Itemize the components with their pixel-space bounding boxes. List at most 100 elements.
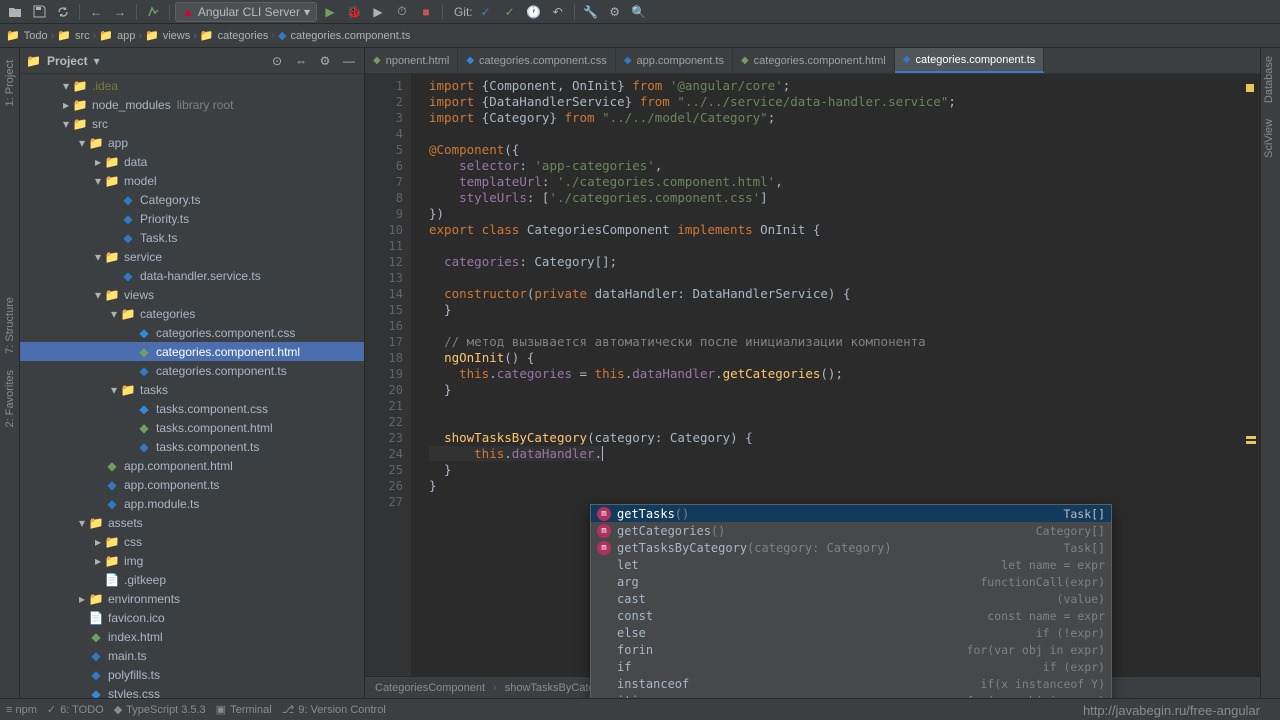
run-configuration-dropdown[interactable]: ▲ Angular CLI Server ▾ [175,2,317,22]
coverage-icon[interactable]: ▶ [367,2,389,22]
rail-tab-favorites[interactable]: 2: Favorites [2,362,18,435]
tree-item[interactable]: ◆Priority.ts [20,209,364,228]
tree-item[interactable]: ▾📁tasks [20,380,364,399]
autocomplete-item[interactable]: mgetCategories()Category[] [591,522,1111,539]
rail-tab-sciview[interactable]: SciView [1261,111,1277,166]
autocomplete-popup[interactable]: mgetTasks()Task[]mgetCategories()Categor… [590,504,1112,698]
breadcrumb-item[interactable]: 📁app [99,29,135,42]
tree-item[interactable]: ◆tasks.component.css [20,399,364,418]
tree-item[interactable]: ▾📁.idea [20,76,364,95]
bottom-tab-terminal[interactable]: ▣ Terminal [216,703,272,716]
build-icon[interactable] [142,2,164,22]
tree-item[interactable]: ▾📁model [20,171,364,190]
open-icon[interactable] [4,2,26,22]
vcs-revert-icon[interactable]: ↶ [547,2,569,22]
tree-item[interactable]: 📄.gitkeep [20,570,364,589]
chevron-down-icon: ▾ [304,5,310,19]
editor-tab[interactable]: ◆categories.component.css [458,48,616,73]
autocomplete-item[interactable]: mgetTasksByCategory(category: Category)T… [591,539,1111,556]
vcs-update-icon[interactable]: ✓ [475,2,497,22]
vcs-history-icon[interactable]: 🕐 [523,2,545,22]
tree-item[interactable]: ▸📁css [20,532,364,551]
chevron-down-icon[interactable]: ▾ [94,54,100,68]
editor-tab[interactable]: ◆categories.component.html [733,48,895,73]
rail-tab-project[interactable]: 1: Project [2,52,18,114]
rail-tab-database[interactable]: Database [1261,48,1277,111]
breadcrumb-item[interactable]: 📁Todo [6,29,48,42]
tree-item[interactable]: ◆index.html [20,627,364,646]
vcs-commit-icon[interactable]: ✓ [499,2,521,22]
tree-item[interactable]: ◆app.module.ts [20,494,364,513]
hide-icon[interactable]: — [340,54,358,68]
autocomplete-item[interactable]: instanceofif(x instanceof Y) [591,675,1111,692]
tree-item[interactable]: ◆tasks.component.html [20,418,364,437]
autocomplete-item[interactable]: argfunctionCall(expr) [591,573,1111,590]
bottom-tab-typescript[interactable]: ◆ TypeScript 3.5.3 [114,703,206,716]
save-icon[interactable] [28,2,50,22]
bottom-tab-todo[interactable]: ✓ 6: TODO [47,703,104,716]
autocomplete-item[interactable]: forinfor(var obj in expr) [591,641,1111,658]
tree-item[interactable]: ◆main.ts [20,646,364,665]
tree-item[interactable]: ▾📁src [20,114,364,133]
tree-item[interactable]: ◆polyfills.ts [20,665,364,684]
bottom-tab-npm[interactable]: ≡ npm [6,704,37,716]
autocomplete-item[interactable]: mgetTasks()Task[] [591,505,1111,522]
search-icon[interactable]: 🔍 [628,2,650,22]
tree-item[interactable]: 📄favicon.ico [20,608,364,627]
tree-item[interactable]: ▾📁views [20,285,364,304]
forward-icon[interactable]: → [109,2,131,22]
gear-icon[interactable]: ⚙ [316,54,334,68]
debug-icon[interactable]: 🐞 [343,2,365,22]
bottom-tab-vcs[interactable]: ⎇ 9: Version Control [282,703,386,716]
tree-item[interactable]: ◆Task.ts [20,228,364,247]
inspection-square[interactable] [1246,84,1254,92]
tree-item[interactable]: ◆categories.component.css [20,323,364,342]
right-tool-rail: Database SciView [1260,48,1280,698]
project-panel: 📁 Project ▾ ⊙ ⇔ ⚙ — ▾📁.idea▸📁node_module… [20,48,365,698]
warning-mark[interactable] [1246,441,1256,444]
project-tree[interactable]: ▾📁.idea▸📁node_moduleslibrary root▾📁src▾📁… [20,74,364,698]
tree-item[interactable]: ◆categories.component.ts [20,361,364,380]
tree-item[interactable]: ▸📁img [20,551,364,570]
breadcrumb-item[interactable]: 📁src [57,29,89,42]
tree-item[interactable]: ◆app.component.html [20,456,364,475]
crumb-class[interactable]: CategoriesComponent [375,682,485,694]
tree-item[interactable]: ▾📁service [20,247,364,266]
tree-item[interactable]: ◆data-handler.service.ts [20,266,364,285]
tree-item[interactable]: ◆Category.ts [20,190,364,209]
breadcrumb-item[interactable]: 📁categories [200,29,268,42]
locate-icon[interactable]: ⊙ [268,54,286,68]
tree-item[interactable]: ▾📁assets [20,513,364,532]
settings-icon[interactable]: ⚙ [604,2,626,22]
editor-tab[interactable]: ◆categories.component.ts [895,48,1045,73]
autocomplete-item[interactable]: cast(value) [591,590,1111,607]
tree-item[interactable]: ▾📁categories [20,304,364,323]
editor-tab[interactable]: ◆app.component.ts [616,48,733,73]
warning-mark[interactable] [1246,436,1256,439]
tree-item[interactable]: ▸📁node_moduleslibrary root [20,95,364,114]
wrench-icon[interactable]: 🔧 [580,2,602,22]
tree-item[interactable]: ◆tasks.component.ts [20,437,364,456]
breadcrumb-item[interactable]: 📁views [145,29,190,42]
tree-item[interactable]: ▸📁environments [20,589,364,608]
editor-tab[interactable]: ◆nponent.html [365,48,458,73]
collapse-icon[interactable]: ⇔ [292,54,310,68]
tree-item[interactable]: ◆styles.css [20,684,364,698]
back-icon[interactable]: ← [85,2,107,22]
sync-icon[interactable] [52,2,74,22]
breadcrumb: 📁Todo› 📁src› 📁app› 📁views› 📁categories› … [0,24,1280,48]
autocomplete-item[interactable]: itinfor(var obj in expr) [591,692,1111,698]
breadcrumb-item[interactable]: ◆categories.component.ts [278,29,410,42]
tree-item[interactable]: ◆categories.component.html [20,342,364,361]
stop-icon[interactable]: ■ [415,2,437,22]
autocomplete-item[interactable]: ifif (expr) [591,658,1111,675]
autocomplete-item[interactable]: elseif (!expr) [591,624,1111,641]
rail-tab-structure[interactable]: 7: Structure [2,289,18,362]
profile-icon[interactable]: ⏱ [391,2,413,22]
autocomplete-item[interactable]: constconst name = expr [591,607,1111,624]
tree-item[interactable]: ▸📁data [20,152,364,171]
run-icon[interactable]: ▶ [319,2,341,22]
tree-item[interactable]: ▾📁app [20,133,364,152]
tree-item[interactable]: ◆app.component.ts [20,475,364,494]
autocomplete-item[interactable]: letlet name = expr [591,556,1111,573]
